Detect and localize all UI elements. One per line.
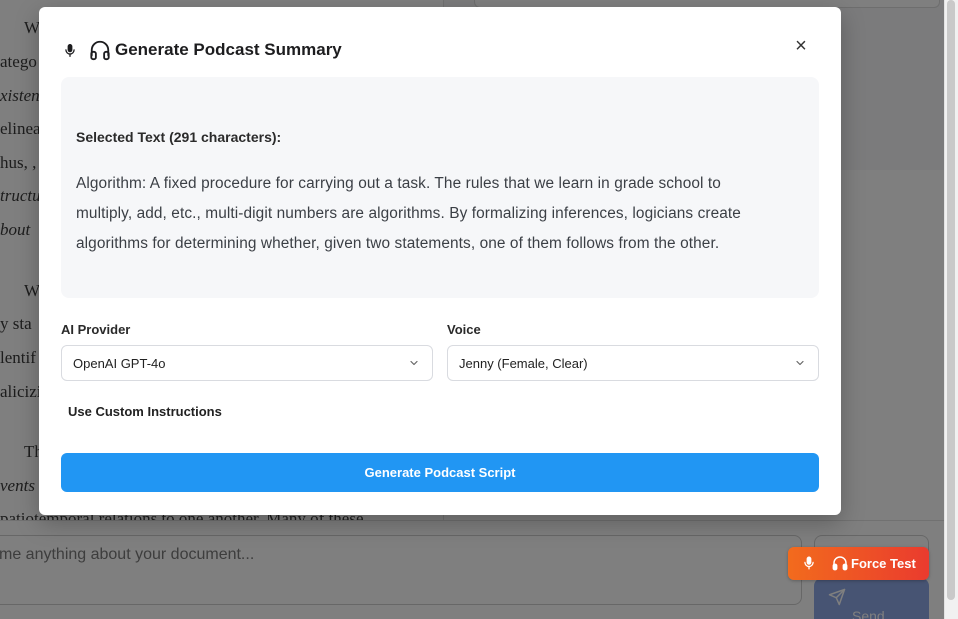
selected-text-line: algorithms for determining whether, give… bbox=[76, 235, 720, 252]
headphones-icon bbox=[832, 556, 848, 571]
page-scrollbar-thumb[interactable] bbox=[947, 0, 955, 600]
chevron-down-icon bbox=[796, 360, 804, 366]
close-icon[interactable]: × bbox=[791, 36, 811, 57]
force-test-label: Force Test bbox=[851, 556, 916, 571]
ai-provider-select[interactable]: OpenAI GPT-4o bbox=[61, 345, 433, 381]
microphone-icon bbox=[65, 43, 75, 57]
voice-value: Jenny (Female, Clear) bbox=[459, 356, 588, 371]
podcast-summary-dialog: Generate Podcast Summary × Selected Text… bbox=[39, 7, 841, 515]
microphone-icon bbox=[804, 556, 814, 570]
ai-provider-label: AI Provider bbox=[61, 322, 131, 337]
chevron-down-icon bbox=[410, 360, 418, 366]
selected-text-line: Algorithm: A fixed procedure for carryin… bbox=[76, 175, 721, 192]
selected-text-card: Selected Text (291 characters): Algorith… bbox=[61, 77, 819, 298]
selected-text-line: multiply, add, etc., multi-digit numbers… bbox=[76, 205, 741, 222]
custom-instructions-toggle[interactable]: Use Custom Instructions bbox=[68, 404, 222, 419]
headphones-icon bbox=[90, 40, 110, 61]
ai-provider-value: OpenAI GPT-4o bbox=[73, 356, 166, 371]
generate-podcast-script-button[interactable]: Generate Podcast Script bbox=[61, 453, 819, 492]
selected-text-body: Algorithm: A fixed procedure for carryin… bbox=[76, 169, 806, 259]
voice-select[interactable]: Jenny (Female, Clear) bbox=[447, 345, 819, 381]
dialog-title-text: Generate Podcast Summary bbox=[115, 40, 342, 59]
selected-text-heading: Selected Text (291 characters): bbox=[76, 129, 282, 145]
force-test-button[interactable]: Force Test bbox=[788, 547, 929, 580]
dialog-title: Generate Podcast Summary bbox=[63, 37, 342, 63]
voice-label: Voice bbox=[447, 322, 481, 337]
